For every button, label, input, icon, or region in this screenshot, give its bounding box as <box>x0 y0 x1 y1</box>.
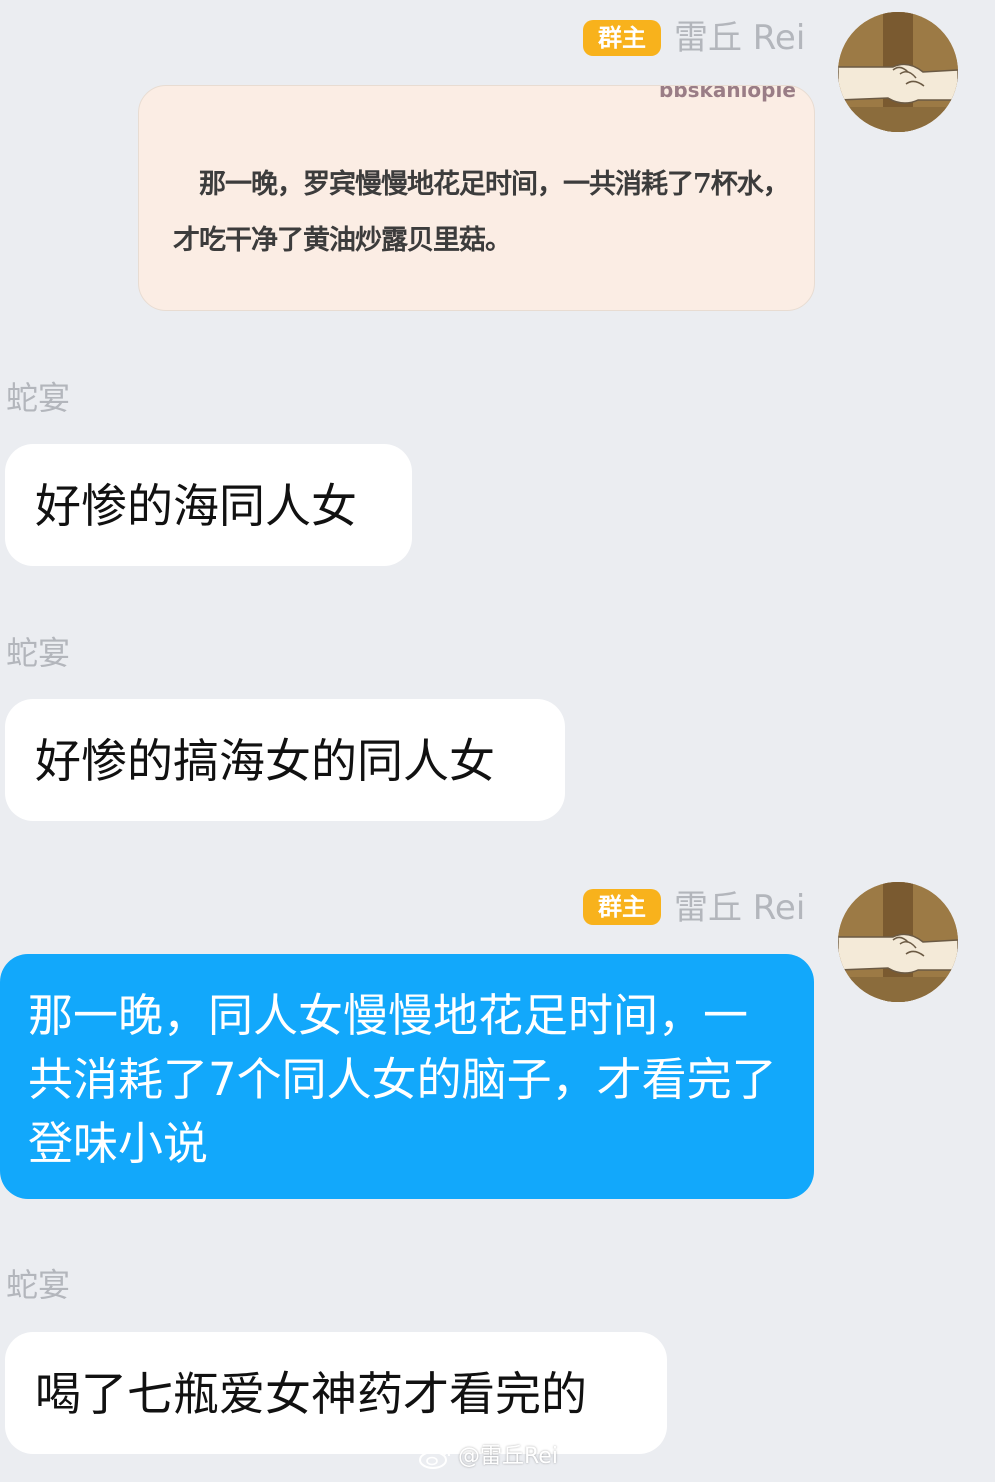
message-bubble[interactable]: 好惨的搞海女的同人女 <box>5 699 565 821</box>
avatar-rei[interactable] <box>838 12 958 132</box>
image-text-line2: 才吃干净了黄油炒露贝里菇。 <box>173 225 512 256</box>
watermark-text: @雷丘Rei <box>458 1444 558 1469</box>
sender-name-rei[interactable]: 雷丘 Rei <box>674 886 805 930</box>
sender-name-sheyan[interactable]: 蛇宴 <box>6 633 70 673</box>
watermark: @雷丘Rei <box>418 1442 558 1472</box>
message-bubble[interactable]: 喝了七瓶爱女神药才看完的 <box>5 1332 667 1454</box>
sender-name-sheyan[interactable]: 蛇宴 <box>6 378 70 418</box>
message-bubble[interactable]: 好惨的海同人女 <box>5 444 412 566</box>
sender-name-sheyan[interactable]: 蛇宴 <box>6 1265 70 1305</box>
message-bubble-own[interactable]: 那一晚，同人女慢慢地花足时间，一共消耗了7个同人女的脑子，才看完了登味小说 <box>0 954 814 1199</box>
owner-badge: 群主 <box>583 20 661 56</box>
image-message[interactable]: bbskanlopie 那一晚，罗宾慢慢地花足时间，一共消耗了7杯水， 才吃干净… <box>138 85 815 311</box>
image-cropped-text: bbskanlopie <box>659 85 796 102</box>
avatar-hands-icon <box>838 12 958 132</box>
avatar-rei[interactable] <box>838 882 958 1002</box>
sender-name-rei[interactable]: 雷丘 Rei <box>674 16 805 60</box>
avatar-hands-icon <box>838 882 958 1002</box>
owner-badge: 群主 <box>583 889 661 925</box>
weibo-logo-icon <box>419 1447 450 1469</box>
image-text-line1: 那一晚，罗宾慢慢地花足时间，一共消耗了7杯水， <box>199 169 790 200</box>
